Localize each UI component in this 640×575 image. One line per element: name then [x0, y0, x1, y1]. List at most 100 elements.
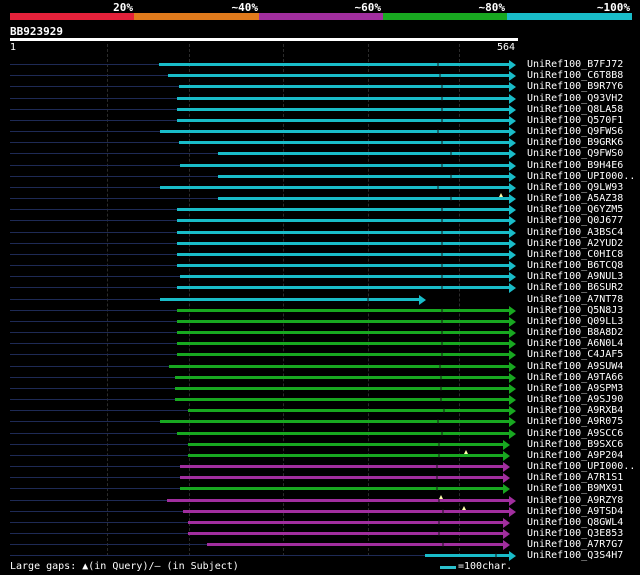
- alignment-bar[interactable]: [187, 520, 503, 524]
- alignment-bar[interactable]: [175, 375, 509, 379]
- alignment-bar[interactable]: [176, 96, 509, 100]
- alignment-bar[interactable]: [176, 230, 509, 234]
- hit-row[interactable]: UniRef100_UPI000..: [0, 171, 640, 182]
- alignment-bar[interactable]: [159, 185, 509, 189]
- alignment-bar[interactable]: [159, 297, 420, 301]
- hit-row[interactable]: UniRef100_B8A8D2: [0, 327, 640, 339]
- alignment-bar[interactable]: [176, 286, 509, 290]
- hit-label[interactable]: UniRef100_Q9FWS0: [527, 148, 623, 159]
- hit-row[interactable]: UniRef100_A5AZ38: [0, 193, 640, 205]
- alignment-bar[interactable]: [176, 219, 509, 223]
- alignment-bar[interactable]: [176, 118, 509, 122]
- hit-row[interactable]: UniRef100_C0HIC8: [0, 249, 640, 260]
- alignment-bar[interactable]: [175, 398, 509, 402]
- hit-row[interactable]: UniRef100_Q570F1: [0, 115, 640, 126]
- hit-row[interactable]: UniRef100_C4JAF5: [0, 349, 640, 361]
- hit-label[interactable]: UniRef100_A7R7G7: [527, 539, 623, 550]
- alignment-bar[interactable]: [187, 532, 503, 536]
- hit-row[interactable]: UniRef100_Q5N8J3: [0, 305, 640, 316]
- hit-row[interactable]: UniRef100_A9SUW4: [0, 361, 640, 372]
- alignment-bar[interactable]: [178, 85, 509, 89]
- hit-row[interactable]: UniRef100_B9H4E6: [0, 160, 640, 171]
- hit-label[interactable]: UniRef100_B6TCQ8: [527, 260, 623, 271]
- hit-row[interactable]: UniRef100_A9RZY8: [0, 494, 640, 506]
- alignment-bar[interactable]: [176, 353, 509, 357]
- hit-row[interactable]: UniRef100_Q9LW93: [0, 182, 640, 193]
- hit-row[interactable]: UniRef100_Q93VH2: [0, 93, 640, 104]
- hit-label[interactable]: UniRef100_B9GRK6: [527, 137, 623, 148]
- hit-label[interactable]: UniRef100_A9SJ90: [527, 394, 623, 405]
- hit-row[interactable]: UniRef100_Q0J677: [0, 215, 640, 227]
- hit-row[interactable]: UniRef100_B7FJ72: [0, 59, 640, 70]
- hit-label[interactable]: UniRef100_A9SUW4: [527, 361, 623, 372]
- hit-row[interactable]: UniRef100_B9MX91: [0, 483, 640, 495]
- hit-label[interactable]: UniRef100_Q5N8J3: [527, 305, 623, 316]
- hit-row[interactable]: UniRef100_Q9FWS0: [0, 148, 640, 160]
- hit-label[interactable]: UniRef100_B9R7Y6: [527, 81, 623, 92]
- alignment-bar[interactable]: [176, 107, 509, 111]
- hit-row[interactable]: UniRef100_Q8LA58: [0, 104, 640, 115]
- alignment-bar[interactable]: [176, 241, 509, 245]
- alignment-bar[interactable]: [176, 331, 509, 335]
- hit-row[interactable]: UniRef100_A9P204: [0, 449, 640, 461]
- hit-label[interactable]: UniRef100_B9MX91: [527, 483, 623, 494]
- alignment-bar[interactable]: [179, 465, 503, 469]
- hit-label[interactable]: UniRef100_Q3E853: [527, 528, 623, 539]
- hit-label[interactable]: UniRef100_UPI000..: [527, 171, 635, 182]
- hit-label[interactable]: UniRef100_Q3S4H7: [527, 550, 623, 561]
- hit-label[interactable]: UniRef100_A2YUD2: [527, 238, 623, 249]
- hit-label[interactable]: UniRef100_A9P204: [527, 450, 623, 461]
- hit-label[interactable]: UniRef100_B9H4E6: [527, 160, 623, 171]
- alignment-bar[interactable]: [218, 152, 509, 156]
- hit-label[interactable]: UniRef100_Q93VH2: [527, 93, 623, 104]
- hit-label[interactable]: UniRef100_A9TSD4: [527, 506, 623, 517]
- hit-row[interactable]: UniRef100_A9NUL3: [0, 271, 640, 283]
- alignment-bar[interactable]: [187, 453, 503, 457]
- hit-label[interactable]: UniRef100_A6N0L4: [527, 338, 623, 349]
- hit-row[interactable]: UniRef100_A3BSC4: [0, 227, 640, 238]
- hit-row[interactable]: UniRef100_Q09LL3: [0, 316, 640, 327]
- hit-label[interactable]: UniRef100_A9TA66: [527, 372, 623, 383]
- alignment-bar[interactable]: [158, 63, 509, 66]
- hit-label[interactable]: UniRef100_A7NT78: [527, 294, 623, 305]
- hit-row[interactable]: UniRef100_A6N0L4: [0, 338, 640, 350]
- hit-row[interactable]: UniRef100_Q9FWS6: [0, 126, 640, 138]
- alignment-bar[interactable]: [207, 543, 503, 547]
- alignment-bar[interactable]: [176, 342, 509, 346]
- hit-row[interactable]: UniRef100_C6T8B8: [0, 70, 640, 82]
- hit-label[interactable]: UniRef100_A9RXB4: [527, 405, 623, 416]
- hit-label[interactable]: UniRef100_Q09LL3: [527, 316, 623, 327]
- hit-row[interactable]: UniRef100_Q3E853: [0, 528, 640, 540]
- hit-label[interactable]: UniRef100_A7R1S1: [527, 472, 623, 483]
- hit-row[interactable]: UniRef100_A2YUD2: [0, 238, 640, 249]
- hit-label[interactable]: UniRef100_A9SCC6: [527, 428, 623, 439]
- hit-label[interactable]: UniRef100_Q9LW93: [527, 182, 623, 193]
- hit-label[interactable]: UniRef100_Q6YZM5: [527, 204, 623, 215]
- alignment-bar[interactable]: [176, 308, 509, 312]
- hit-row[interactable]: UniRef100_B6SUR2: [0, 282, 640, 294]
- alignment-bar[interactable]: [179, 163, 509, 167]
- hit-label[interactable]: UniRef100_B9SXC6: [527, 439, 623, 450]
- alignment-bar[interactable]: [168, 364, 509, 368]
- hit-label[interactable]: UniRef100_A9RZY8: [527, 495, 623, 506]
- hit-row[interactable]: UniRef100_A7NT78: [0, 294, 640, 305]
- alignment-bar[interactable]: [167, 74, 509, 78]
- hit-row[interactable]: UniRef100_Q3S4H7: [0, 550, 640, 562]
- alignment-bar[interactable]: [183, 509, 509, 513]
- hit-label[interactable]: UniRef100_A9SPM3: [527, 383, 623, 394]
- hit-label[interactable]: UniRef100_C4JAF5: [527, 349, 623, 360]
- hit-label[interactable]: UniRef100_B8A8D2: [527, 327, 623, 338]
- hit-label[interactable]: UniRef100_C6T8B8: [527, 70, 623, 81]
- hit-row[interactable]: UniRef100_A9TA66: [0, 372, 640, 383]
- hit-label[interactable]: UniRef100_Q570F1: [527, 115, 623, 126]
- alignment-bar[interactable]: [175, 386, 509, 390]
- alignment-bar[interactable]: [159, 130, 509, 134]
- alignment-bar[interactable]: [187, 409, 509, 413]
- hit-row[interactable]: UniRef100_B9R7Y6: [0, 81, 640, 93]
- hit-label[interactable]: UniRef100_Q8LA58: [527, 104, 623, 115]
- alignment-bar[interactable]: [176, 431, 509, 435]
- hit-label[interactable]: UniRef100_C0HIC8: [527, 249, 623, 260]
- hit-label[interactable]: UniRef100_A9NUL3: [527, 271, 623, 282]
- alignment-bar[interactable]: [187, 442, 503, 446]
- alignment-bar[interactable]: [176, 319, 509, 323]
